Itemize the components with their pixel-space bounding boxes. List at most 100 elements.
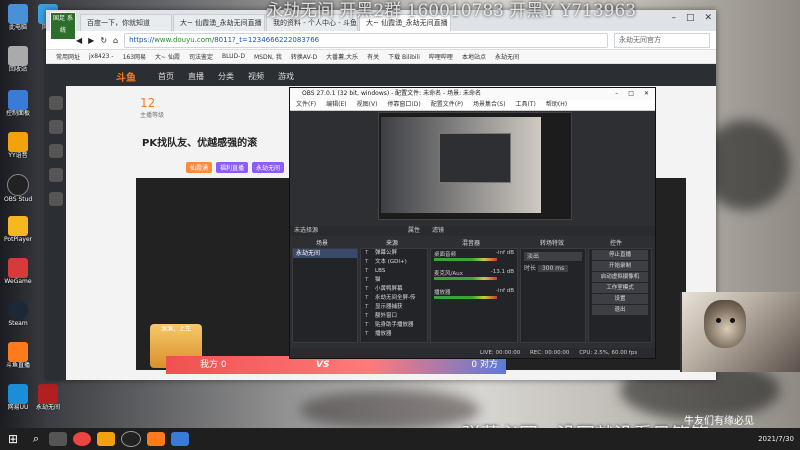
- filters-button[interactable]: 滤镜: [432, 226, 444, 236]
- rail-icon[interactable]: [49, 96, 63, 110]
- bookmark-item[interactable]: 163网易: [123, 52, 146, 61]
- start-button[interactable]: ⊞: [0, 428, 26, 450]
- refresh-icon[interactable]: ↻: [100, 36, 107, 45]
- nav-item[interactable]: 首页: [158, 71, 174, 82]
- obs-icon: [7, 174, 29, 196]
- source-item[interactable]: LBS: [361, 267, 427, 276]
- desktop-icon[interactable]: 此电脑: [4, 4, 32, 31]
- nav-item[interactable]: 直播: [188, 71, 204, 82]
- scene-item[interactable]: 永劫无间: [293, 249, 357, 258]
- bookmark-item[interactable]: BLUD-D: [222, 53, 245, 60]
- bookmark-item[interactable]: jx8423 -: [89, 53, 114, 60]
- bookmark-item[interactable]: 大番薯,大乐: [326, 52, 358, 61]
- settings-button[interactable]: 设置: [592, 294, 648, 304]
- browser-icon[interactable]: [171, 432, 189, 446]
- menu-item[interactable]: 停靠窗口(D): [387, 100, 420, 110]
- obs-preview[interactable]: [378, 112, 572, 220]
- rail-icon[interactable]: [49, 168, 63, 182]
- source-item[interactable]: 显示器捕获: [361, 303, 427, 312]
- rail-icon[interactable]: [49, 120, 63, 134]
- transition-select[interactable]: 淡出: [524, 252, 582, 261]
- source-item[interactable]: 小黄鸭屏幕: [361, 285, 427, 294]
- obs-icon[interactable]: [121, 431, 141, 447]
- clock[interactable]: 2021/7/30: [758, 435, 794, 443]
- ink-splash: [300, 390, 480, 430]
- menu-item[interactable]: 配置文件(P): [431, 100, 463, 110]
- source-item[interactable]: 猫: [361, 276, 427, 285]
- virtual-camera-button[interactable]: 启动虚拟摄像机: [592, 272, 648, 282]
- source-item[interactable]: 文本 (GDI+): [361, 258, 427, 267]
- forward-icon[interactable]: ▶: [88, 36, 94, 45]
- minimize-icon[interactable]: –: [615, 88, 618, 100]
- desktop-icon[interactable]: 控制面板: [4, 90, 32, 117]
- uu-booster-icon: [8, 384, 28, 404]
- source-item[interactable]: 额外窗口: [361, 312, 427, 321]
- source-item[interactable]: 贴身助手播放器: [361, 321, 427, 330]
- desktop-icon[interactable]: 永劫无间: [34, 384, 62, 411]
- rail-icon[interactable]: [49, 192, 63, 206]
- bookmark-item[interactable]: 永劫无间: [495, 52, 519, 61]
- bookmark-item[interactable]: 转换AV-D: [291, 52, 317, 61]
- bookmark-item[interactable]: 有关: [367, 52, 379, 61]
- bookmark-item[interactable]: 常用网址: [56, 52, 80, 61]
- bookmark-item[interactable]: 哔哩哔哩: [429, 52, 453, 61]
- back-icon[interactable]: ◀: [76, 36, 82, 45]
- bookmark-item[interactable]: MSDN, 我: [254, 52, 282, 61]
- browser-tab[interactable]: 大~ 仙霞湧_永劫无间直播: [173, 14, 265, 31]
- stop-streaming-button[interactable]: 停止直播: [592, 250, 648, 260]
- minimize-icon[interactable]: –: [671, 13, 676, 23]
- search-input[interactable]: 永劫无间官方: [614, 32, 710, 48]
- nav-item[interactable]: 视频: [248, 71, 264, 82]
- desktop-icon[interactable]: WeGame: [4, 258, 32, 285]
- source-item[interactable]: 播放器: [361, 330, 427, 339]
- start-recording-button[interactable]: 开始录制: [592, 261, 648, 271]
- source-item[interactable]: 永劫无间全屏-传: [361, 294, 427, 303]
- menu-item[interactable]: 工具(T): [516, 100, 536, 110]
- desktop-icon[interactable]: 斗鱼直播: [4, 342, 32, 369]
- desktop-icon[interactable]: 网易UU: [4, 384, 32, 411]
- exit-button[interactable]: 退出: [592, 305, 648, 315]
- nav-item[interactable]: 游戏: [278, 71, 294, 82]
- chrome-icon[interactable]: [73, 432, 91, 446]
- maximize-icon[interactable]: □: [686, 13, 695, 23]
- nav-item[interactable]: 分类: [218, 71, 234, 82]
- properties-button[interactable]: 属性: [408, 226, 420, 236]
- browser-tab[interactable]: 百度一下，你就知道: [80, 14, 172, 31]
- menu-item[interactable]: 编辑(E): [326, 100, 346, 110]
- volume-meter[interactable]: [434, 277, 497, 280]
- home-icon[interactable]: ⌂: [113, 36, 118, 45]
- mixer-panel: 桌面音频 -inf dB 麦克风/Aux -13.1 dB 播放器 -inf dB: [430, 248, 518, 343]
- search-icon[interactable]: ⌕: [26, 432, 46, 446]
- duration-input[interactable]: 300 ms: [537, 265, 569, 272]
- menu-item[interactable]: 场景集合(S): [473, 100, 506, 110]
- maximize-icon[interactable]: □: [628, 88, 634, 100]
- douyu-icon[interactable]: [147, 432, 165, 446]
- room-tag[interactable]: 永劫无间: [252, 162, 285, 173]
- desktop-icon[interactable]: OBS Studio: [4, 174, 32, 203]
- desktop-icon[interactable]: Steam: [4, 300, 32, 327]
- dock-title-sources: 来源: [386, 240, 399, 247]
- bookmark-item[interactable]: 本地站点: [462, 52, 486, 61]
- volume-meter[interactable]: [434, 258, 497, 261]
- close-icon[interactable]: ✕: [644, 88, 649, 100]
- site-logo[interactable]: 斗鱼: [116, 69, 136, 84]
- address-bar[interactable]: https://www.douyu.com/8011?_t=1234666222…: [124, 32, 608, 48]
- room-tag[interactable]: 仙霞湧: [186, 162, 213, 173]
- bookmark-item[interactable]: 大~ 仙霞: [155, 52, 180, 61]
- room-tag[interactable]: 福利直播: [216, 162, 249, 173]
- desktop-icon[interactable]: PotPlayer: [4, 216, 32, 243]
- desktop-icon[interactable]: YY语音: [4, 132, 32, 159]
- menu-item[interactable]: 帮助(H): [546, 100, 567, 110]
- desktop-icon[interactable]: 回收站: [4, 46, 32, 73]
- studio-mode-button[interactable]: 工作室模式: [592, 283, 648, 293]
- menu-item[interactable]: 视图(V): [357, 100, 378, 110]
- source-item[interactable]: 弹幕公屏: [361, 249, 427, 258]
- rail-icon[interactable]: [49, 144, 63, 158]
- bookmark-item[interactable]: 司法鉴定: [189, 52, 213, 61]
- folder-icon[interactable]: [97, 432, 115, 446]
- menu-item[interactable]: 文件(F): [296, 100, 316, 110]
- bookmark-item[interactable]: 下载 Bilibili: [388, 52, 420, 61]
- volume-meter[interactable]: [434, 296, 497, 299]
- task-view-icon[interactable]: [49, 432, 67, 446]
- close-icon[interactable]: ✕: [704, 13, 712, 23]
